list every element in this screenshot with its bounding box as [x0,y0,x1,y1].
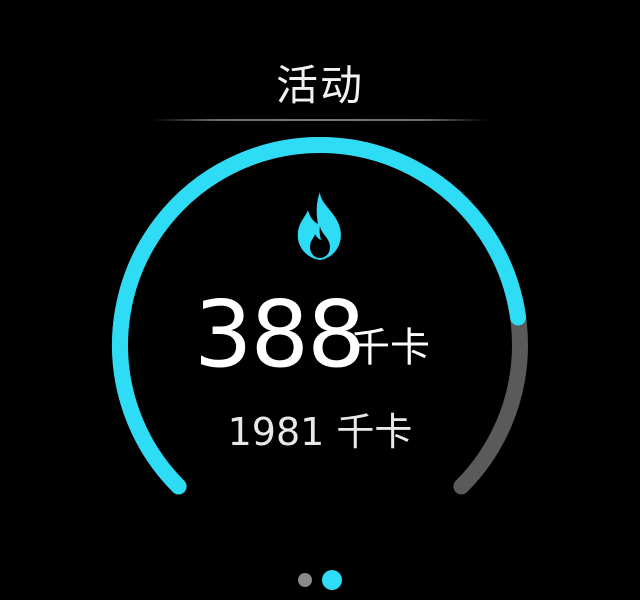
page-dot-2-active[interactable] [322,570,342,590]
page-indicator [0,568,640,590]
flame-icon [297,192,341,260]
activity-screen: 活动 388 千卡 1981 千卡 [0,0,640,600]
calories-display: 388 千卡 [0,280,640,390]
goal-unit: 千卡 [336,410,413,454]
calories-value: 388 [194,281,366,388]
calorie-goal: 1981 千卡 [0,404,640,460]
page-dot-1[interactable] [298,573,312,587]
calories-unit: 千卡 [350,325,430,371]
goal-value: 1981 [227,410,325,454]
